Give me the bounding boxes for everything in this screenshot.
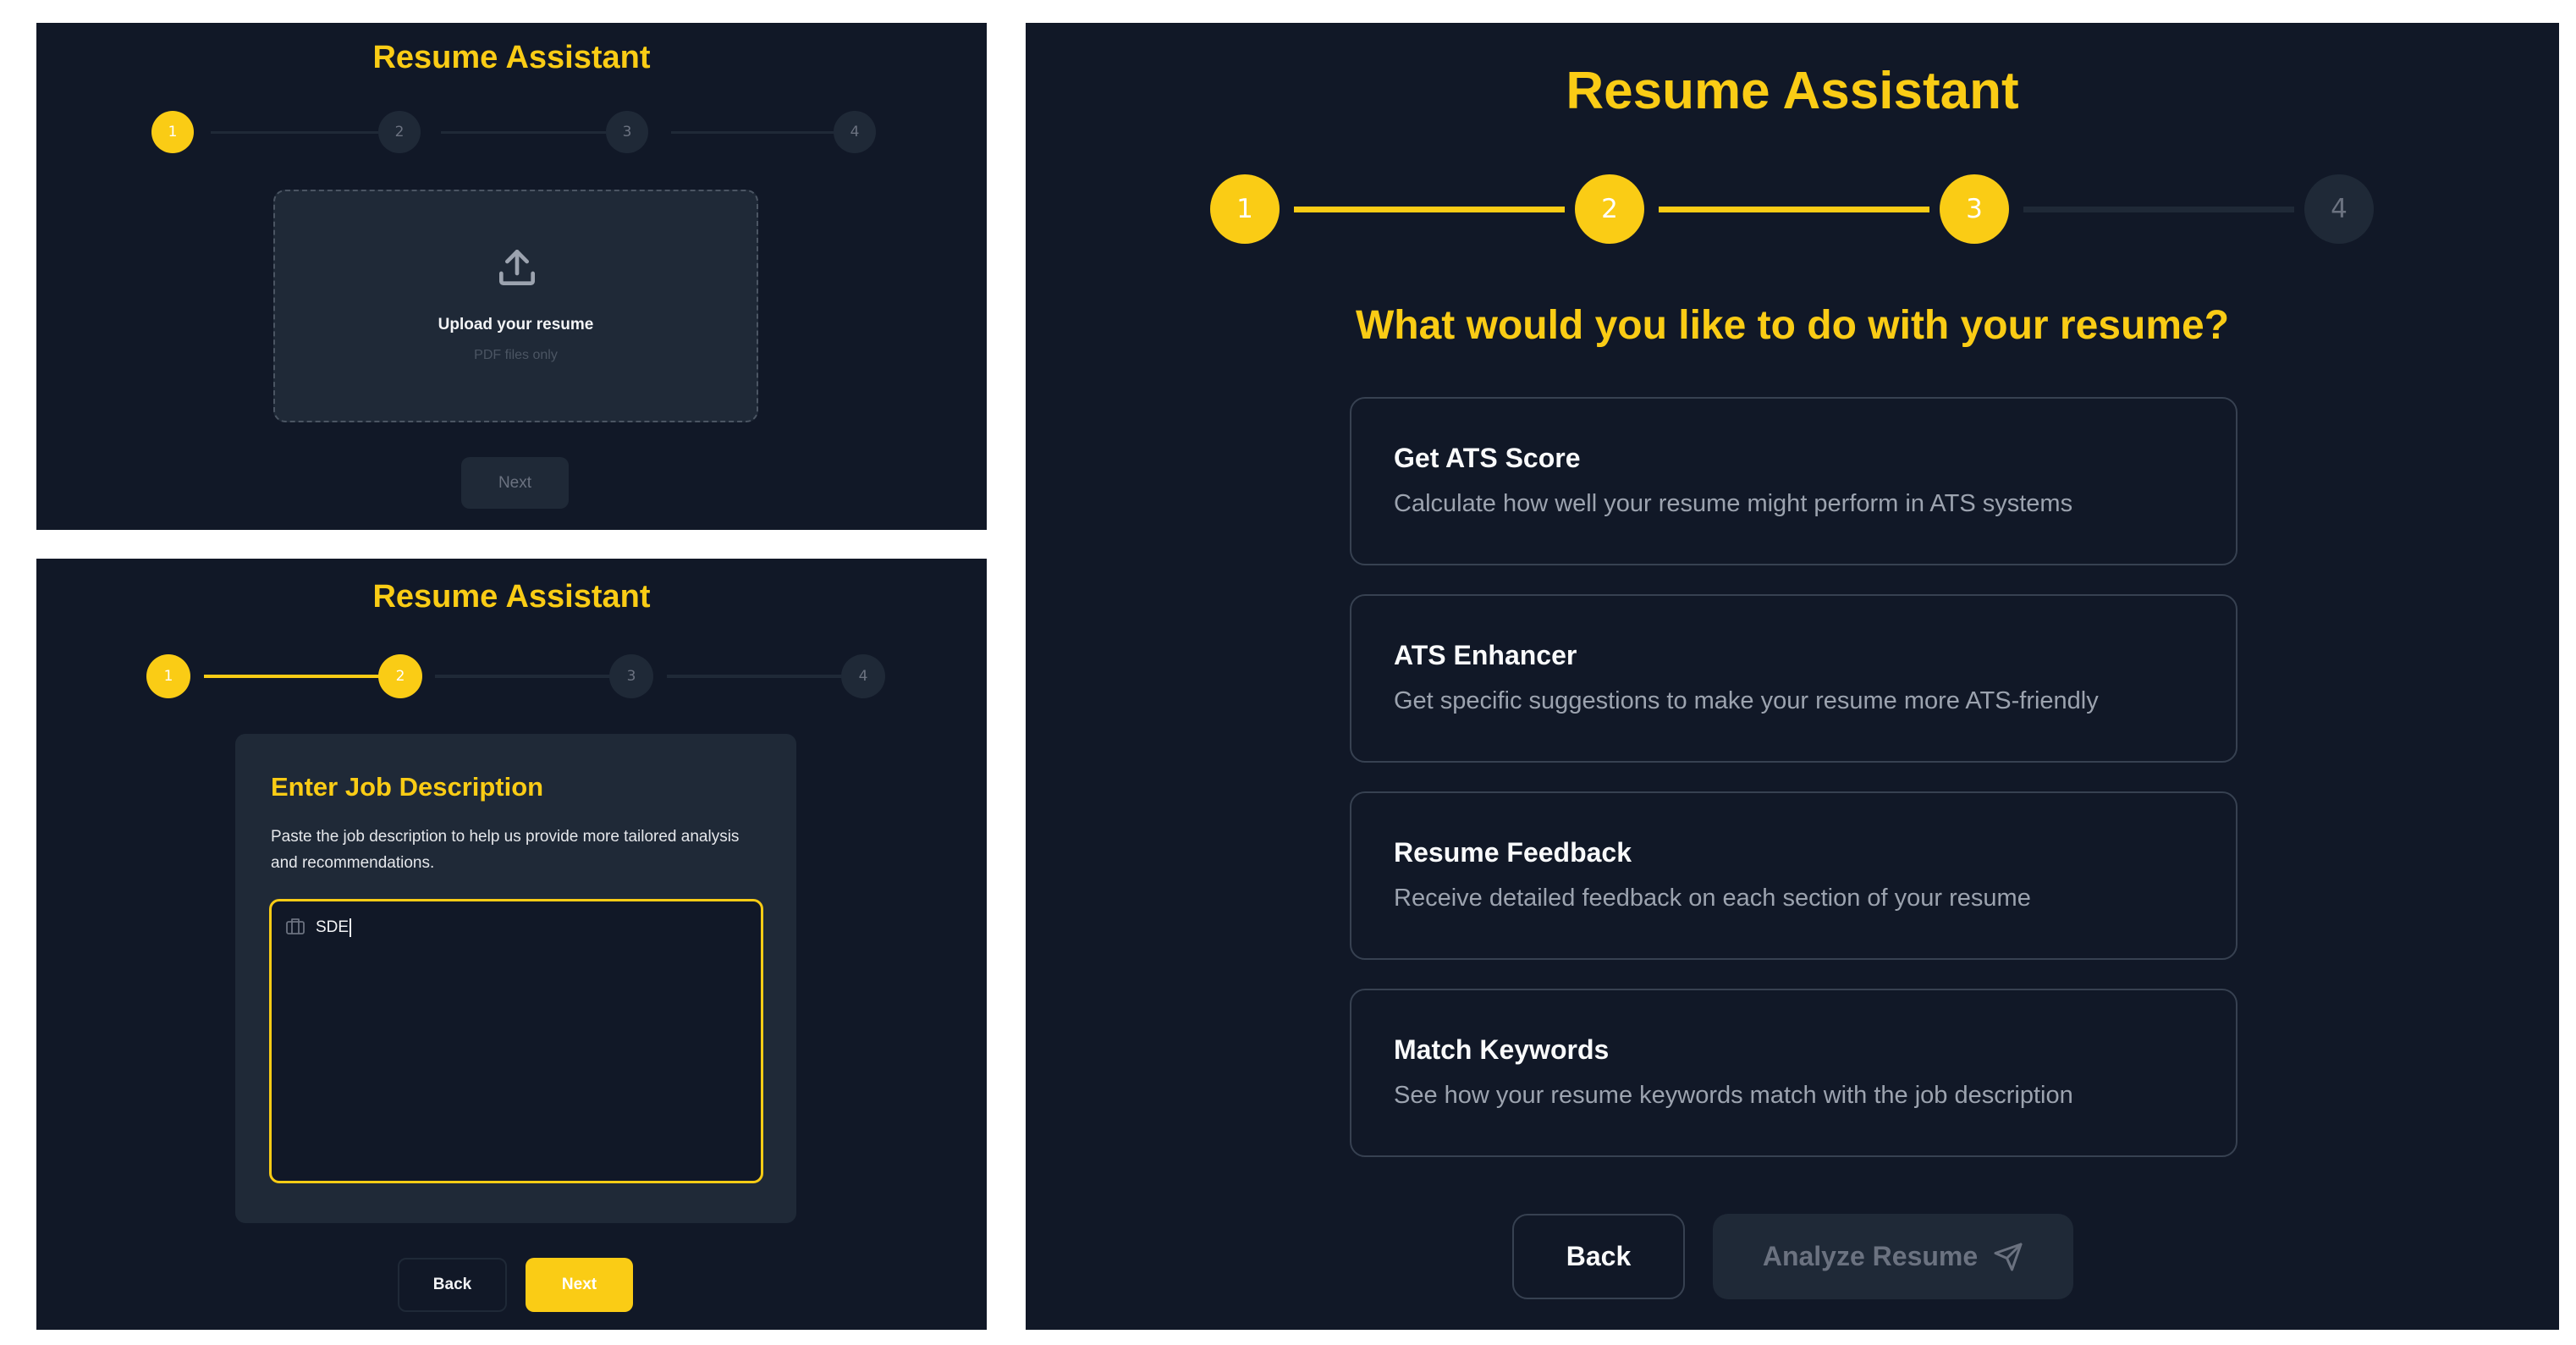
analysis-options-screen: Resume Assistant 1 2 3 4 What would you … — [1026, 23, 2559, 1330]
step-1: 1 — [151, 111, 194, 153]
dropzone-subtitle: PDF files only — [474, 348, 558, 362]
step-3: 3 — [609, 654, 653, 698]
option-ats-enhancer[interactable]: ATS Enhancer Get specific suggestions to… — [1350, 594, 2237, 763]
stepper-connector — [667, 675, 858, 678]
option-match-keywords[interactable]: Match Keywords See how your resume keywo… — [1350, 989, 2237, 1157]
briefcase-icon — [286, 918, 305, 934]
stepper-connector — [441, 131, 629, 134]
step-4: 4 — [841, 654, 885, 698]
job-description-heading: Enter Job Description — [271, 772, 544, 802]
next-button[interactable]: Next — [461, 457, 569, 509]
stepper-connector — [211, 131, 399, 134]
step-4: 4 — [2304, 174, 2374, 244]
option-description: Get specific suggestions to make your re… — [1394, 687, 2099, 714]
stepper-connector — [435, 675, 626, 678]
step-1: 1 — [146, 654, 190, 698]
step-3: 3 — [1940, 174, 2009, 244]
analyze-resume-button[interactable]: Analyze Resume — [1713, 1214, 2073, 1299]
stepper-connector — [671, 131, 859, 134]
stepper-connector — [2023, 207, 2294, 212]
step-3: 3 — [606, 111, 648, 153]
stepper-connector — [1294, 207, 1565, 212]
back-button[interactable]: Back — [1512, 1214, 1685, 1299]
question-heading: What would you like to do with your resu… — [1355, 303, 2230, 348]
job-description-card: Enter Job Description Paste the job desc… — [235, 734, 796, 1223]
app-title: Resume Assistant — [372, 40, 651, 75]
resume-dropzone[interactable]: Upload your resume PDF files only — [273, 190, 758, 422]
step-1: 1 — [1210, 174, 1280, 244]
stepper-connector — [204, 675, 395, 678]
step-2: 2 — [378, 111, 421, 153]
dropzone-title: Upload your resume — [438, 316, 594, 333]
analyze-resume-label: Analyze Resume — [1762, 1241, 1979, 1271]
option-title: Match Keywords — [1394, 1034, 1610, 1065]
option-get-ats-score[interactable]: Get ATS Score Calculate how well your re… — [1350, 397, 2237, 565]
option-title: Resume Feedback — [1394, 837, 1632, 868]
option-title: Get ATS Score — [1394, 443, 1581, 473]
option-description: See how your resume keywords match with … — [1394, 1082, 2073, 1109]
upload-screen: Resume Assistant 1 2 3 4 Upload your res… — [36, 23, 987, 530]
step-4: 4 — [834, 111, 876, 153]
option-description: Receive detailed feedback on each sectio… — [1394, 885, 2031, 912]
next-button[interactable]: Next — [526, 1258, 633, 1312]
upload-icon — [499, 250, 535, 285]
option-description: Calculate how well your resume might per… — [1394, 490, 2073, 517]
job-description-screen: Resume Assistant 1 2 3 4 Enter Job Descr… — [36, 559, 987, 1330]
back-button[interactable]: Back — [398, 1258, 507, 1312]
option-title: ATS Enhancer — [1394, 640, 1577, 670]
send-icon — [1994, 1243, 2023, 1271]
step-2: 2 — [1575, 174, 1644, 244]
job-description-textarea[interactable]: SDE — [269, 899, 763, 1183]
app-title: Resume Assistant — [1566, 62, 2019, 120]
job-description-help-text: Paste the job description to help us pro… — [271, 828, 740, 872]
option-resume-feedback[interactable]: Resume Feedback Receive detailed feedbac… — [1350, 791, 2237, 960]
stepper-connector — [1659, 207, 1929, 212]
step-2: 2 — [378, 654, 422, 698]
job-description-input-value: SDE — [316, 918, 352, 937]
app-title: Resume Assistant — [372, 579, 651, 615]
